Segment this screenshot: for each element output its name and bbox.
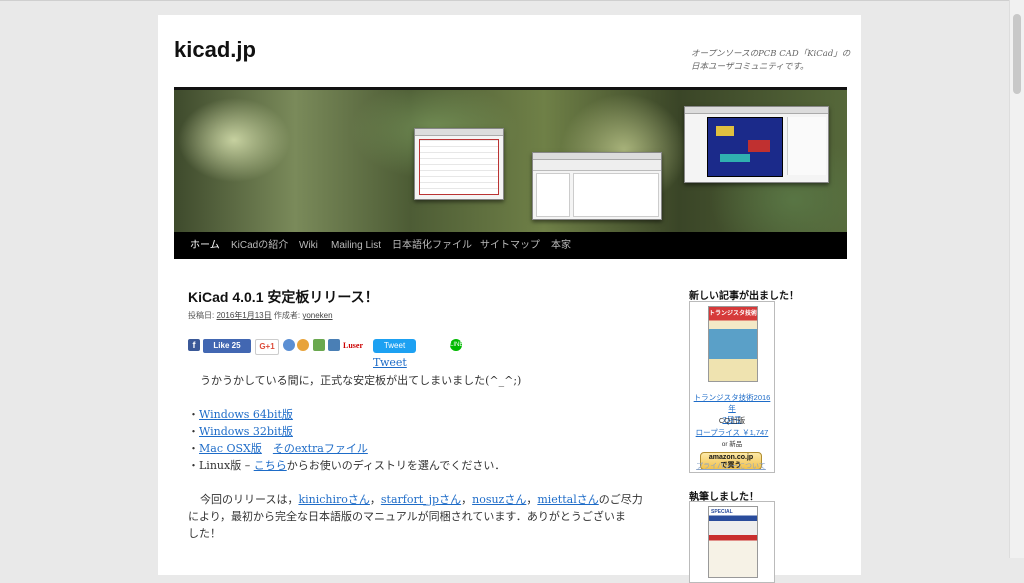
nav-item-home[interactable]: ホーム (190, 232, 220, 259)
pcb-editor-window (684, 106, 829, 183)
scrollbar-thumb[interactable] (1013, 14, 1021, 94)
line-share-icon[interactable]: LINE (450, 339, 463, 351)
mac-osx-link[interactable]: Mac OSX版 (199, 442, 262, 455)
header-image (174, 87, 847, 235)
thanks-line-1: 今回のリリースは，kinichiroさん，starfort_jpさん，nosuz… (200, 493, 643, 506)
tweet-link[interactable]: Tweet (373, 356, 407, 369)
post-intro: うかうかしている間に，正式な安定板が出てしまいました(^_^;) (200, 374, 522, 387)
thanks-line-2: により，最初から完全な日本語版のマニュアルが同梱されています．ありがとうございま (188, 510, 626, 523)
tweet-button[interactable]: Tweet (373, 339, 416, 353)
post-title: KiCad 4.0.1 安定板リリース！ (188, 289, 379, 305)
amazon-widget-transistor-gijutsu: トランジスタ技術 トランジスタ技術2016年 7月号 CQ出版 ロープライス ￥1… (689, 301, 775, 473)
book-cover-image-2[interactable]: SPECIAL (708, 506, 758, 578)
thanks-line-3: した！ (188, 527, 221, 540)
nav-item-about-kicad[interactable]: KiCadの紹介 (231, 232, 288, 259)
download-item-win32: ・Windows 32bit版 (188, 425, 293, 438)
facebook-share-icon[interactable]: f (188, 339, 200, 351)
delicious-icon[interactable] (328, 339, 340, 351)
book-publisher: CQ出版 (718, 416, 746, 425)
pocket-icon[interactable] (313, 339, 325, 351)
project-manager-window (532, 152, 662, 220)
download-item-mac: ・Mac OSX版 そのextraファイル (188, 442, 368, 455)
hatena-bookmark-icon[interactable] (283, 339, 295, 351)
privacy-link[interactable]: プライバシーについて (689, 461, 773, 472)
author-link[interactable]: yoneken (302, 311, 332, 320)
windows-32bit-link[interactable]: Windows 32bit版 (199, 425, 293, 438)
contributor-link-kinichiro[interactable]: kinichiroさん (298, 493, 369, 506)
post-meta: 投稿日: 2016年1月13日 作成者: yoneken (188, 310, 333, 321)
nav-item-mailing-list[interactable]: Mailing List (331, 232, 381, 259)
page-scrollbar[interactable] (1009, 0, 1024, 558)
livedoor-clip-button[interactable]: Luser (343, 339, 369, 353)
facebook-like-button[interactable]: Like 25 (203, 339, 251, 353)
download-item-linux: ・Linux版 – こちらからお使いのディストリを選んでください． (188, 459, 506, 472)
author-label: 作成者: (273, 311, 301, 320)
nav-item-sitemap[interactable]: サイトマップ (480, 232, 540, 259)
schematic-window (414, 128, 504, 200)
contributor-link-miettal[interactable]: miettalさん (537, 493, 598, 506)
download-item-win64: ・Windows 64bit版 (188, 408, 293, 421)
site-title-link[interactable]: kicad.jp (174, 37, 256, 63)
book-condition: or 新品 (721, 441, 743, 448)
amazon-widget-authored-book: SPECIAL (689, 501, 775, 583)
nav-item-upstream[interactable]: 本家 (551, 232, 571, 259)
windows-64bit-link[interactable]: Windows 64bit版 (199, 408, 293, 421)
site-tagline: オープンソースのPCB CAD「KiCad」の日本ユーザコミュニティです。 (691, 49, 851, 72)
post-date-link[interactable]: 2016年1月13日 (216, 311, 271, 320)
nav-item-wiki[interactable]: Wiki (299, 232, 318, 259)
posted-label: 投稿日: (188, 311, 215, 320)
book-cover-image[interactable]: トランジスタ技術 (708, 306, 758, 382)
contributor-link-nosuz[interactable]: nosuzさん (472, 493, 526, 506)
google-plus-button[interactable]: G+1 (255, 339, 279, 355)
main-navigation: ホーム KiCadの紹介 Wiki Mailing List 日本語化ファイル … (174, 232, 847, 259)
book-price-link[interactable]: ロープライス ￥1,747 (690, 427, 774, 438)
contributor-link-starfort-jp[interactable]: starfort_jpさん (381, 493, 461, 506)
linux-link[interactable]: こちら (254, 459, 287, 472)
browser-top-edge (0, 0, 1010, 1)
nav-item-translation-files[interactable]: 日本語化ファイル (392, 232, 472, 259)
page-container: kicad.jp オープンソースのPCB CAD「KiCad」の日本ユーザコミュ… (158, 15, 861, 583)
evernote-icon[interactable] (297, 339, 309, 351)
widget-title-new-article: 新しい記事が出ました！ (689, 291, 799, 302)
mac-extra-files-link[interactable]: そのextraファイル (273, 442, 368, 455)
